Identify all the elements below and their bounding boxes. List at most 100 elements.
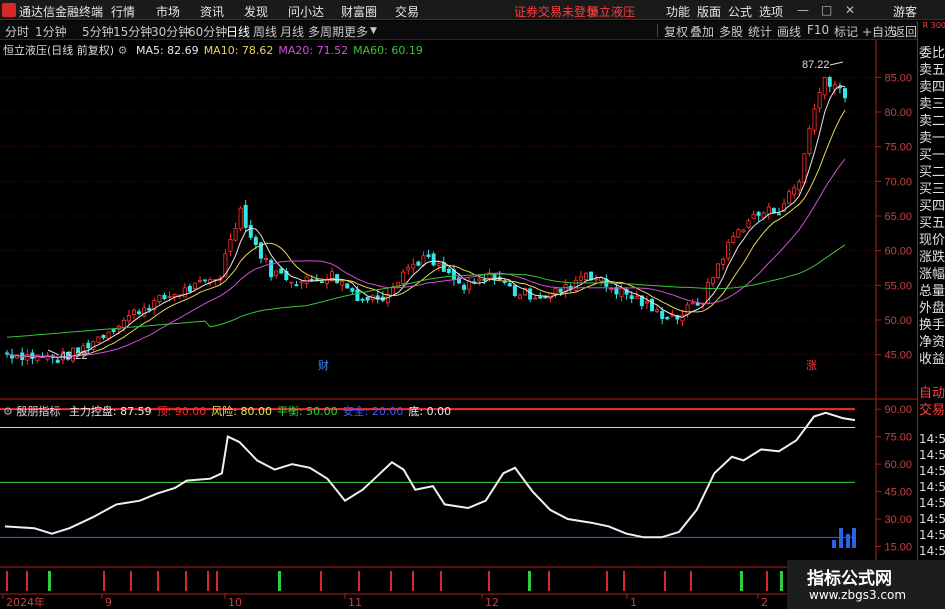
price-tick-label: 70.00 — [884, 176, 912, 188]
candle-body — [121, 319, 126, 329]
high-price-label: 87.22 — [802, 59, 830, 71]
candle-body — [614, 287, 619, 295]
candle-body — [482, 278, 487, 281]
candle-body — [264, 258, 269, 260]
candle-body — [512, 285, 517, 296]
right-tab-15[interactable]: 外盘 — [919, 300, 945, 317]
date-tick-label: 12 — [485, 596, 499, 609]
indicator-item-3: 平衡: 50.00 — [276, 405, 338, 418]
candle-body — [843, 88, 848, 99]
ma-legend-ma10: MA10: 78.62 — [203, 44, 274, 57]
legend-settings-icon[interactable]: ⚙ — [118, 44, 128, 57]
price-tick-label: 45.00 — [884, 350, 912, 362]
candle-body — [147, 307, 152, 311]
signal-bar-red — [390, 571, 392, 591]
candle-body — [736, 229, 741, 238]
candle-body — [365, 296, 370, 301]
candle-body — [462, 284, 467, 290]
tick-time-4: 14:56 — [919, 496, 945, 510]
indicator-tick-label: 45.00 — [884, 487, 912, 499]
candle-body — [299, 281, 304, 284]
candle-body — [137, 311, 142, 315]
indicator-item-0: 主力控盘: 87.59 — [68, 405, 152, 418]
kline-chart[interactable]: 85.00 80.00 75.00 70.00 65.00 60.00 55.00 50.00… — [0, 0, 945, 609]
price-tick-label: 85.00 — [884, 72, 912, 84]
candle-body — [86, 342, 91, 349]
candle-body — [792, 187, 797, 195]
candle-body — [406, 267, 411, 271]
candle-body — [827, 77, 832, 87]
price-tick-label: 65.00 — [884, 211, 912, 223]
low-price-pointer — [47, 349, 60, 356]
safety-volume-bar — [839, 528, 843, 548]
candle-body — [716, 263, 721, 278]
right-tab-2[interactable]: 卖四 — [919, 79, 945, 96]
indicator-item-5: 底: 0.00 — [408, 405, 452, 418]
signal-bar-green — [278, 571, 281, 591]
right-tab-6[interactable]: 买一 — [919, 147, 945, 164]
candle-body — [182, 287, 187, 298]
candle-body — [507, 283, 512, 287]
candle-body — [812, 108, 817, 131]
tick-time-5: 14:56 — [919, 512, 945, 526]
signal-bar-red — [320, 571, 322, 591]
price-tick-label: 75.00 — [884, 142, 912, 154]
candle-body — [660, 310, 665, 319]
candle-body — [558, 288, 563, 293]
signal-bar-red — [103, 571, 105, 591]
candle-body — [25, 354, 30, 361]
right-tab-16[interactable]: 换手 — [919, 317, 945, 334]
candle-body — [787, 191, 792, 204]
r300-badge[interactable]: R 300 — [919, 21, 945, 43]
candle-body — [340, 281, 345, 286]
right-tab-19[interactable]: 自动 — [919, 385, 945, 402]
signal-bar-green — [780, 571, 783, 591]
candle-body — [426, 254, 431, 257]
right-tab-4[interactable]: 卖二 — [919, 113, 945, 130]
watermark-badge: 指标公式网 www.zbgs3.com — [787, 560, 945, 609]
candle-body — [766, 206, 771, 215]
right-tab-3[interactable]: 卖三 — [919, 96, 945, 113]
right-tab-20[interactable]: 交易 — [919, 402, 945, 419]
candle-body — [594, 278, 599, 281]
right-tab-18[interactable]: 收益 — [919, 351, 945, 368]
candle-body — [289, 281, 294, 284]
indicator-item-2: 风险: 80.00 — [211, 405, 272, 418]
price-tick-label: 60.00 — [884, 246, 912, 258]
right-tab-0[interactable]: 委比 — [919, 45, 945, 62]
right-tab-13[interactable]: 涨幅 — [919, 266, 945, 283]
candle-body — [350, 288, 355, 292]
price-tick-label: 50.00 — [884, 315, 912, 327]
candle-body — [644, 301, 649, 304]
indicator-settings-icon[interactable]: ⚙ — [3, 405, 13, 418]
right-tab-14[interactable]: 总量 — [919, 283, 945, 300]
date-tick-label: 1 — [630, 596, 637, 609]
right-tab-9[interactable]: 买四 — [919, 198, 945, 215]
safety-volume-bar — [846, 534, 850, 548]
candle-body — [741, 229, 746, 233]
candle-body — [269, 259, 274, 278]
candle-body — [126, 314, 131, 322]
right-quote-tabs: R 300 委比 卖五 卖四 卖三 卖二 卖一 买一 买二 买三 买四 买五 现价 涨跌 涨幅 总量 外盘 换手净… — [917, 21, 945, 609]
tick-time-1: 14:56 — [919, 448, 945, 462]
right-tab-8[interactable]: 买三 — [919, 181, 945, 198]
right-tab-5[interactable]: 卖一 — [919, 130, 945, 147]
candle-body — [650, 298, 655, 312]
candle-body — [228, 238, 233, 252]
ma-legend-list: MA5: 82.69 MA10: 78.62 MA20: 71.52 MA60: 60… — [131, 44, 423, 57]
candle-body — [502, 281, 507, 283]
candle-body — [634, 296, 639, 300]
right-tab-11[interactable]: 现价 — [919, 232, 945, 249]
candle-body — [294, 284, 299, 287]
right-tab-12[interactable]: 涨跌 — [919, 249, 945, 266]
right-tab-10[interactable]: 买五 — [919, 215, 945, 232]
date-tick-label: 2024年 — [6, 595, 45, 609]
signal-bar-red — [185, 571, 187, 591]
indicator-tick-label: 90.00 — [884, 404, 912, 416]
right-tab-7[interactable]: 买二 — [919, 164, 945, 181]
candle-body — [609, 288, 614, 291]
candle-body — [401, 271, 406, 284]
right-tab-17[interactable]: 净资 — [919, 334, 945, 351]
signal-bar-green — [48, 571, 51, 591]
right-tab-1[interactable]: 卖五 — [919, 62, 945, 79]
